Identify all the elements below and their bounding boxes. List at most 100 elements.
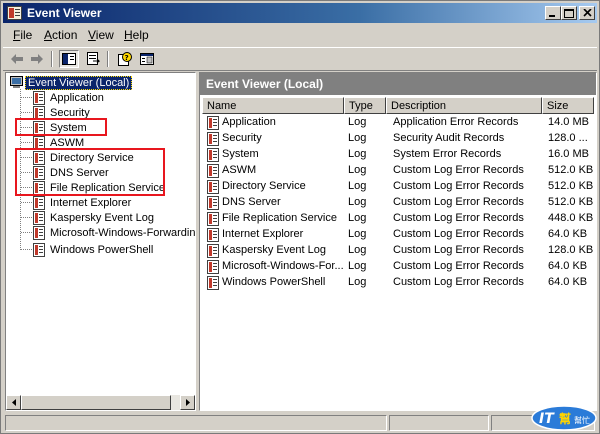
results-pane[interactable]: Event Viewer (Local) Name Type Descripti… [199,72,597,411]
results-pane-title: Event Viewer (Local) [206,77,324,91]
event-log-icon [207,148,219,162]
cell-type: Log [348,116,367,128]
console-tree-pane[interactable]: Event Viewer (Local) Application Securit… [5,72,196,411]
cell-size: 512.0 KB [548,180,594,192]
minimize-button[interactable] [545,6,561,20]
scroll-left-icon [11,399,16,406]
export-list-button[interactable] [83,50,103,68]
cell-size: 128.0 KB [548,244,594,256]
event-viewer-window: Event Viewer File Action View Help ? Eve… [0,0,600,434]
cell-name: ASWM [222,164,257,176]
title-bar[interactable]: Event Viewer [3,3,597,23]
cell-size: 64.0 KB [548,260,588,272]
tree-item-label: Security [50,106,90,119]
table-row[interactable]: Microsoft-Windows-For... Log Custom Log … [202,259,594,275]
tree-item-label: Windows PowerShell [50,243,154,256]
cell-name: File Replication Service [222,212,337,224]
cell-size: 448.0 KB [548,212,594,224]
status-cell-main [5,415,387,431]
cell-description: Custom Log Error Records [393,212,524,224]
back-button[interactable] [7,50,27,68]
toolbar-separator [51,51,53,67]
tree-item-label: Kaspersky Event Log [50,211,154,224]
tree-item-application[interactable]: Application [33,90,106,105]
forward-button[interactable] [27,50,47,68]
cell-description: Custom Log Error Records [393,276,524,288]
table-row[interactable]: System Log System Error Records 16.0 MB [202,147,594,163]
column-header-type[interactable]: Type [344,97,386,114]
table-row[interactable]: Security Log Security Audit Records 128.… [202,131,594,147]
properties-button[interactable] [137,50,157,68]
back-icon [11,54,23,64]
show-hide-console-tree-icon [62,53,76,65]
menu-view[interactable]: View [88,28,114,42]
show-hide-console-tree-button[interactable] [59,50,79,68]
minimize-icon [549,15,555,17]
tree-item-windows-powershell[interactable]: Windows PowerShell [33,242,155,257]
cell-type: Log [348,180,367,192]
scroll-right-button[interactable] [180,395,195,410]
cell-type: Log [348,164,367,176]
properties-icon [140,53,154,65]
menu-file[interactable]: File [13,28,32,42]
help-icon: ? [118,52,132,66]
cell-size: 512.0 KB [548,196,594,208]
event-log-icon [207,212,219,226]
event-log-icon [33,242,45,257]
event-log-icon [207,260,219,274]
cell-type: Log [348,244,367,256]
toolbar-separator [107,51,109,67]
tree-item-kaspersky-event-log[interactable]: Kaspersky Event Log [33,210,156,225]
table-row[interactable]: Kaspersky Event Log Log Custom Log Error… [202,243,594,259]
event-log-icon [207,164,219,178]
scroll-left-button[interactable] [6,395,21,410]
cell-name: DNS Server [222,196,281,208]
cell-description: Custom Log Error Records [393,164,524,176]
cell-name: System [222,148,259,160]
window-title: Event Viewer [27,6,102,20]
table-row[interactable]: Internet Explorer Log Custom Log Error R… [202,227,594,243]
maximize-button[interactable] [561,6,577,20]
table-row[interactable]: Application Log Application Error Record… [202,115,594,131]
column-header-description[interactable]: Description [386,97,542,114]
column-header-name[interactable]: Name [202,97,344,114]
cell-type: Log [348,196,367,208]
cell-size: 16.0 MB [548,148,589,160]
table-row[interactable]: ASWM Log Custom Log Error Records 512.0 … [202,163,594,179]
status-bar [3,413,597,433]
event-log-icon [33,90,45,105]
event-log-icon [207,132,219,146]
forward-icon [31,54,43,64]
cell-description: Custom Log Error Records [393,196,524,208]
tree-item-label: ASWM [50,136,85,149]
tree-root-event-viewer-local[interactable]: Event Viewer (Local) [9,75,133,90]
event-log-icon [207,244,219,258]
event-log-icon [33,225,45,240]
event-log-icon [33,195,45,210]
tree-horizontal-scrollbar[interactable] [6,395,195,410]
cell-type: Log [348,260,367,272]
cell-type: Log [348,148,367,160]
menu-help[interactable]: Help [124,28,149,42]
scroll-right-icon [185,399,190,406]
tree-root-label: Event Viewer (Local) [25,75,133,90]
cell-description: Custom Log Error Records [393,260,524,272]
table-row[interactable]: File Replication Service Log Custom Log … [202,211,594,227]
scroll-thumb[interactable] [21,395,171,410]
event-log-icon [207,180,219,194]
menu-action[interactable]: Action [44,28,77,42]
cell-name: Directory Service [222,180,306,192]
cell-description: Security Audit Records [393,132,505,144]
table-row[interactable]: DNS Server Log Custom Log Error Records … [202,195,594,211]
table-row[interactable]: Windows PowerShell Log Custom Log Error … [202,275,594,291]
cell-type: Log [348,212,367,224]
help-button[interactable]: ? [115,50,135,68]
tree-item-internet-explorer[interactable]: Internet Explorer [33,195,133,210]
close-button[interactable] [579,6,595,20]
cell-name: Internet Explorer [222,228,304,240]
table-row[interactable]: Directory Service Log Custom Log Error R… [202,179,594,195]
tree-item-label: Application [50,91,104,104]
column-header-size[interactable]: Size [542,97,594,114]
tree-item-microsoft-windows-forwarding[interactable]: Microsoft-Windows-Forwarding/ [33,225,195,240]
event-log-icon [207,228,219,242]
